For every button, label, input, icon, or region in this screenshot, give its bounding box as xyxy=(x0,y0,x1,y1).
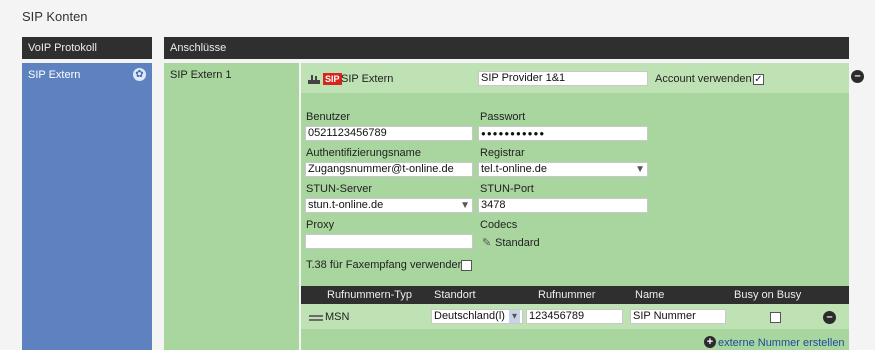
stun-label: STUN-Server xyxy=(306,183,373,195)
account-use-label: Account verwenden xyxy=(655,73,752,85)
protocol-item-label: SIP Extern xyxy=(28,69,81,81)
numbers-table-header: Rufnummern-Typ Standort Rufnummer Name B… xyxy=(301,286,849,304)
th-name: Name xyxy=(635,289,665,301)
protocol-item-sip-extern[interactable]: SIP Extern ✿ xyxy=(22,63,152,85)
chevron-down-icon[interactable]: ▾ xyxy=(509,310,520,323)
passwort-field[interactable]: ●●●●●●●●●●● xyxy=(478,126,648,141)
row-type: MSN xyxy=(325,311,350,323)
proxy-field[interactable] xyxy=(305,234,473,249)
th-number: Rufnummer xyxy=(538,289,596,301)
plug-icon xyxy=(308,75,320,84)
protocol-list: SIP Extern ✿ xyxy=(22,63,152,350)
th-busy: Busy on Busy xyxy=(734,289,802,301)
remove-number-icon[interactable]: – xyxy=(823,311,836,324)
filter-dropdown-icon[interactable]: ▼ xyxy=(635,163,645,176)
t38-label: T.38 für Faxempfang verwenden xyxy=(306,259,464,271)
stunport-label: STUN-Port xyxy=(480,183,534,195)
add-icon[interactable]: + xyxy=(704,336,716,348)
busy-on-busy-checkbox[interactable] xyxy=(770,312,781,323)
th-location: Standort xyxy=(434,289,476,301)
account-panel: SIP SIP Extern SIP Provider 1&1 Account … xyxy=(301,63,849,350)
number-field[interactable]: 123456789 xyxy=(526,309,623,324)
account-use-checkbox[interactable]: ✓ xyxy=(753,74,764,85)
provider-field[interactable]: SIP Provider 1&1 xyxy=(478,71,648,86)
benutzer-field[interactable]: 0521123456789 xyxy=(305,126,473,141)
registrar-value: tel.t-online.de xyxy=(481,163,548,175)
gear-icon[interactable]: ✿ xyxy=(133,68,146,81)
location-dropdown[interactable]: Deutschland(l) ▾ xyxy=(431,309,523,324)
stun-dropdown[interactable]: stun.t-online.de ▼ xyxy=(305,198,473,213)
pencil-icon[interactable]: ✎ xyxy=(482,236,491,249)
auth-label: Authentifizierungsname xyxy=(306,147,421,159)
account-name: SIP Extern xyxy=(341,73,394,85)
drag-handle-icon[interactable] xyxy=(309,315,323,321)
header-voip-protokoll: VoIP Protokoll xyxy=(22,37,152,59)
registrar-label: Registrar xyxy=(480,147,525,159)
codecs-label: Codecs xyxy=(480,219,518,231)
benutzer-label: Benutzer xyxy=(306,111,351,123)
codecs-value[interactable]: Standard xyxy=(495,237,540,249)
page-title: SIP Konten xyxy=(22,9,88,24)
proxy-label: Proxy xyxy=(306,219,335,231)
registrar-dropdown[interactable]: tel.t-online.de ▼ xyxy=(478,162,648,177)
location-value: Deutschland(l) xyxy=(434,310,505,322)
connection-list: SIP Extern 1 xyxy=(164,63,299,350)
name-field[interactable]: SIP Nummer xyxy=(630,309,726,324)
sip-badge: SIP xyxy=(323,73,342,85)
stunport-field[interactable]: 3478 xyxy=(478,198,648,213)
header-anschluesse: Anschlüsse xyxy=(164,37,849,59)
stun-value: stun.t-online.de xyxy=(308,199,384,211)
connection-item-sip-extern-1[interactable]: SIP Extern 1 xyxy=(164,63,299,81)
filter-dropdown-icon[interactable]: ▼ xyxy=(460,199,470,212)
remove-account-icon[interactable]: – xyxy=(851,70,864,83)
auth-field[interactable]: Zugangsnummer@t-online.de xyxy=(305,162,473,177)
passwort-label: Passwort xyxy=(480,111,526,123)
add-external-number-link[interactable]: externe Nummer erstellen xyxy=(718,337,845,349)
t38-checkbox[interactable] xyxy=(461,260,472,271)
th-type: Rufnummern-Typ xyxy=(327,289,412,301)
